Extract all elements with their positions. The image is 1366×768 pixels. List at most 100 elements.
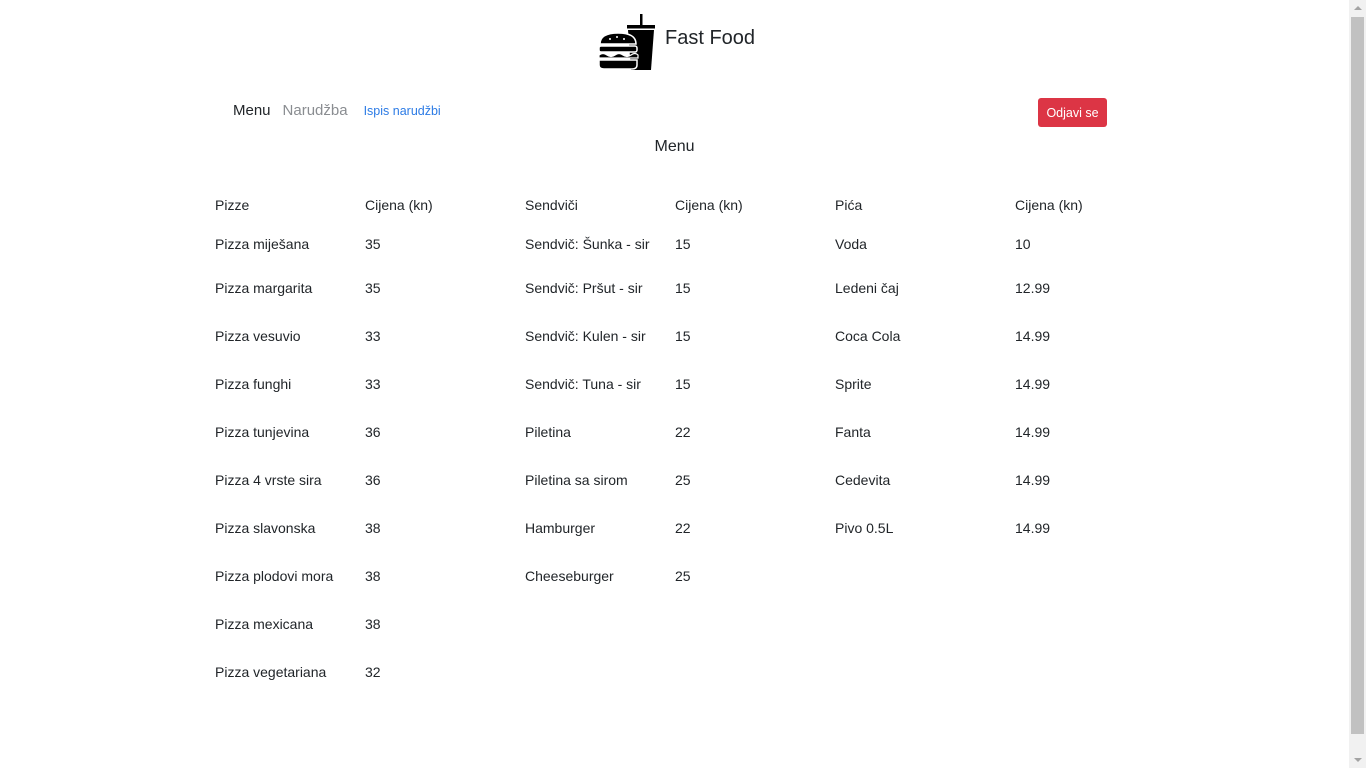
column-header-price: Cijena (kn) xyxy=(1015,197,1083,213)
table-row: Sendvič: Šunka - sir 15 xyxy=(525,224,775,264)
table-header-row: Pizze Cijena (kn) xyxy=(215,186,465,224)
page: Fast Food Menu Narudžba Ispis narudžbi O… xyxy=(0,0,1366,768)
item-price: 14.99 xyxy=(1015,424,1051,440)
item-price: 38 xyxy=(365,616,381,632)
table-row: Sendvič: Tuna - sir 15 xyxy=(525,360,775,408)
item-price: 38 xyxy=(365,568,381,584)
table-row: Pizza mexicana 38 xyxy=(215,600,465,648)
item-name: Piletina sa sirom xyxy=(525,472,628,488)
brand[interactable]: Fast Food xyxy=(596,12,755,72)
table-row: Coca Cola 14.99 xyxy=(835,312,1115,360)
nav-order-link[interactable]: Narudžba xyxy=(283,101,348,121)
table-row: Pizza vesuvio 33 xyxy=(215,312,465,360)
item-name: Cheeseburger xyxy=(525,568,614,584)
scrollbar-thumb[interactable] xyxy=(1351,17,1364,734)
column-header-name: Sendviči xyxy=(525,197,578,213)
item-price: 25 xyxy=(675,472,691,488)
item-name: Pizza vesuvio xyxy=(215,328,301,344)
table-row: Pizza funghi 33 xyxy=(215,360,465,408)
vertical-scrollbar[interactable] xyxy=(1349,0,1366,768)
table-row: Fanta 14.99 xyxy=(835,408,1115,456)
item-price: 15 xyxy=(675,376,691,392)
table-row: Pizza plodovi mora 38 xyxy=(215,552,465,600)
item-price: 15 xyxy=(675,236,691,252)
table-row: Cedevita 14.99 xyxy=(835,456,1115,504)
logout-button[interactable]: Odjavi se xyxy=(1038,98,1107,127)
item-price: 38 xyxy=(365,520,381,536)
item-price: 32 xyxy=(365,664,381,680)
pizza-menu-table: Pizze Cijena (kn) Pizza miješana 35 Pizza… xyxy=(215,186,465,696)
item-name: Sendvič: Šunka - sir xyxy=(525,236,650,252)
item-price: 36 xyxy=(365,472,381,488)
item-price: 15 xyxy=(675,280,691,296)
table-row: Cheeseburger 25 xyxy=(525,552,775,600)
item-name: Pizza vegetariana xyxy=(215,664,327,680)
column-header-price: Cijena (kn) xyxy=(365,197,433,213)
table-row: Pizza tunjevina 36 xyxy=(215,408,465,456)
item-price: 12.99 xyxy=(1015,280,1051,296)
item-name: Coca Cola xyxy=(835,328,901,344)
main-nav: Menu Narudžba Ispis narudžbi xyxy=(233,101,441,121)
scroll-down-arrow-icon[interactable] xyxy=(1349,751,1366,768)
column-header-price: Cijena (kn) xyxy=(675,197,743,213)
table-row: Sendvič: Kulen - sir 15 xyxy=(525,312,775,360)
item-price: 14.99 xyxy=(1015,472,1051,488)
item-price: 35 xyxy=(365,236,381,252)
nav-menu-link[interactable]: Menu xyxy=(233,101,271,121)
scroll-up-arrow-icon[interactable] xyxy=(1349,0,1366,17)
item-name: Pizza 4 vrste sira xyxy=(215,472,322,488)
nav-orders-list-link[interactable]: Ispis narudžbi xyxy=(364,101,441,121)
item-name: Pizza mexicana xyxy=(215,616,314,632)
table-row: Pizza slavonska 38 xyxy=(215,504,465,552)
item-name: Piletina xyxy=(525,424,571,440)
item-price: 33 xyxy=(365,376,381,392)
item-price: 35 xyxy=(365,280,381,296)
item-name: Voda xyxy=(835,236,867,252)
table-row: Voda 10 xyxy=(835,224,1115,264)
table-header-row: Sendviči Cijena (kn) xyxy=(525,186,775,224)
item-name: Pizza miješana xyxy=(215,236,310,252)
item-name: Hamburger xyxy=(525,520,596,536)
column-header-name: Pića xyxy=(835,197,863,213)
item-name: Sendvič: Pršut - sir xyxy=(525,280,643,296)
item-name: Pizza tunjevina xyxy=(215,424,310,440)
item-price: 22 xyxy=(675,520,691,536)
item-name: Pizza plodovi mora xyxy=(215,568,334,584)
sandwich-menu-table: Sendviči Cijena (kn) Sendvič: Šunka - si… xyxy=(525,186,775,600)
item-name: Pizza slavonska xyxy=(215,520,316,536)
item-name: Pizza funghi xyxy=(215,376,292,392)
table-row: Hamburger 22 xyxy=(525,504,775,552)
item-name: Sendvič: Kulen - sir xyxy=(525,328,646,344)
item-price: 14.99 xyxy=(1015,376,1051,392)
column-header-name: Pizze xyxy=(215,197,250,213)
item-name: Sprite xyxy=(835,376,872,392)
table-row: Pizza miješana 35 xyxy=(215,224,465,264)
table-row: Pivo 0.5L 14.99 xyxy=(835,504,1115,552)
item-name: Sendvič: Tuna - sir xyxy=(525,376,641,392)
burger-drink-icon xyxy=(598,14,655,70)
item-name: Ledeni čaj xyxy=(835,280,899,296)
table-row: Ledeni čaj 12.99 xyxy=(835,264,1115,312)
item-price: 10 xyxy=(1015,236,1031,252)
table-row: Piletina 22 xyxy=(525,408,775,456)
item-price: 14.99 xyxy=(1015,520,1051,536)
item-price: 25 xyxy=(675,568,691,584)
item-name: Pivo 0.5L xyxy=(835,520,894,536)
item-name: Pizza margarita xyxy=(215,280,313,296)
page-title: Menu xyxy=(654,138,695,155)
table-header-row: Pića Cijena (kn) xyxy=(835,186,1115,224)
table-row: Pizza 4 vrste sira 36 xyxy=(215,456,465,504)
item-name: Fanta xyxy=(835,424,871,440)
table-row: Sendvič: Pršut - sir 15 xyxy=(525,264,775,312)
item-price: 15 xyxy=(675,328,691,344)
item-name: Cedevita xyxy=(835,472,891,488)
item-price: 36 xyxy=(365,424,381,440)
brand-name: Fast Food xyxy=(665,27,756,49)
item-price: 33 xyxy=(365,328,381,344)
table-row: Pizza margarita 35 xyxy=(215,264,465,312)
table-row: Sprite 14.99 xyxy=(835,360,1115,408)
table-row: Piletina sa sirom 25 xyxy=(525,456,775,504)
item-price: 22 xyxy=(675,424,691,440)
item-price: 14.99 xyxy=(1015,328,1051,344)
drinks-menu-table: Pića Cijena (kn) Voda 10 Ledeni čaj 12.99 … xyxy=(835,186,1115,552)
